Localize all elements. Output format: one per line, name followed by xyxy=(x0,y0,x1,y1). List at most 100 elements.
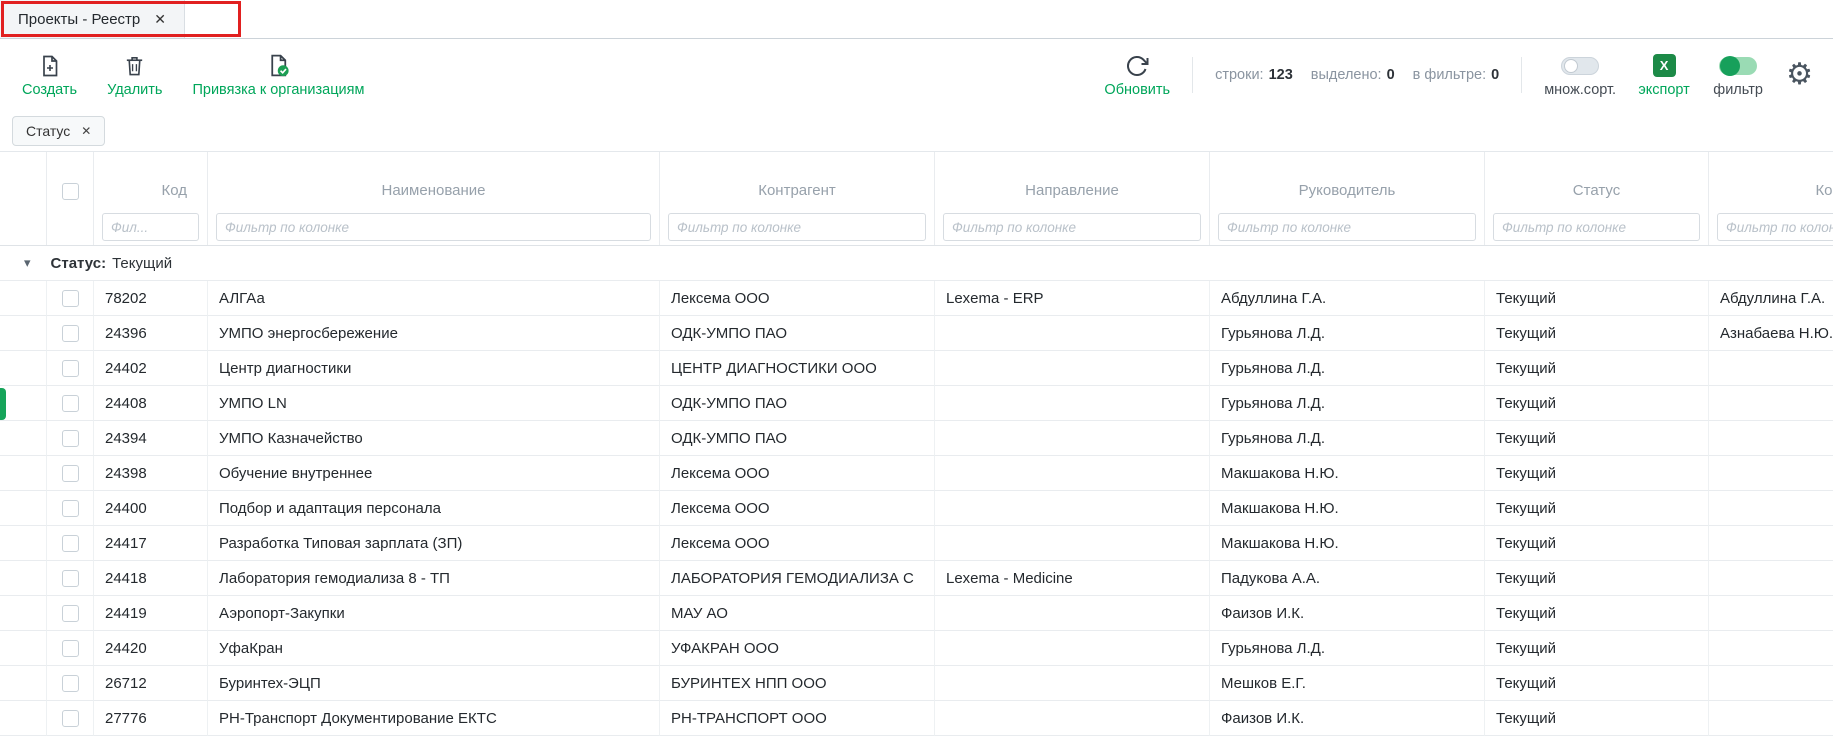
cell-manager: Гурьянова Л.Д. xyxy=(1210,316,1485,351)
tab-close-icon[interactable]: ✕ xyxy=(154,11,166,28)
table-row[interactable]: 27776 РН-Транспорт Документирование ЕКТС… xyxy=(0,701,1833,736)
settings-gear-icon[interactable]: ⚙ xyxy=(1786,60,1813,90)
cell-counterparty: ОДК-УМПО ПАО xyxy=(660,316,935,351)
left-edge-accent xyxy=(0,388,6,420)
row-checkbox[interactable] xyxy=(62,710,79,727)
cell-team: Азнабаева Н.Ю. xyxy=(1709,316,1833,351)
filter-chip-label: Статус xyxy=(26,123,70,139)
row-checkbox[interactable] xyxy=(62,500,79,517)
row-checkbox[interactable] xyxy=(62,360,79,377)
create-button[interactable]: Создать xyxy=(22,52,77,98)
cell-manager: Макшакова Н.Ю. xyxy=(1210,526,1485,561)
row-checkbox[interactable] xyxy=(62,535,79,552)
row-expand-cell xyxy=(0,316,47,351)
table-row[interactable]: 24396 УМПО энергосбережение ОДК-УМПО ПАО… xyxy=(0,316,1833,351)
cell-direction xyxy=(935,386,1210,421)
cell-counterparty: Лексема ООО xyxy=(660,526,935,561)
column-header-direction[interactable]: Направление xyxy=(935,152,1210,208)
cell-name: УМПО Казначейство xyxy=(208,421,660,456)
cell-name: Обучение внутреннее xyxy=(208,456,660,491)
grid-filter-row xyxy=(0,208,1833,246)
filter-toggle[interactable] xyxy=(1719,57,1757,75)
row-checkbox[interactable] xyxy=(62,290,79,307)
column-header-team[interactable]: Команда xyxy=(1709,152,1833,208)
table-row[interactable]: 24398 Обучение внутреннее Лексема ООО Ма… xyxy=(0,456,1833,491)
link-organizations-button[interactable]: Привязка к организациям xyxy=(192,52,364,98)
refresh-button[interactable]: Обновить xyxy=(1104,52,1170,98)
select-all-checkbox[interactable] xyxy=(62,183,79,200)
column-header-code[interactable]: Код xyxy=(94,152,208,208)
row-checkbox-cell xyxy=(47,386,94,421)
multisort-toggle[interactable] xyxy=(1561,57,1599,75)
cell-direction xyxy=(935,596,1210,631)
row-checkbox[interactable] xyxy=(62,325,79,342)
column-filter-name[interactable] xyxy=(216,213,651,241)
cell-code: 78202 xyxy=(94,281,208,316)
column-header-status[interactable]: Статус xyxy=(1485,152,1709,208)
column-filter-manager[interactable] xyxy=(1218,213,1476,241)
table-row[interactable]: 24418 Лаборатория гемодиализа 8 - ТП ЛАБ… xyxy=(0,561,1833,596)
cell-counterparty: Лексема ООО xyxy=(660,281,935,316)
column-filter-status[interactable] xyxy=(1493,213,1700,241)
row-checkbox-cell xyxy=(47,596,94,631)
table-row[interactable]: 24417 Разработка Типовая зарплата (ЗП) Л… xyxy=(0,526,1833,561)
column-filter-counterparty[interactable] xyxy=(668,213,926,241)
table-row[interactable]: 24419 Аэропорт-Закупки МАУ АО Фаизов И.К… xyxy=(0,596,1833,631)
cell-manager: Макшакова Н.Ю. xyxy=(1210,491,1485,526)
column-filter-team[interactable] xyxy=(1717,213,1833,241)
column-filter-code[interactable] xyxy=(102,213,199,241)
chip-close-icon[interactable]: ✕ xyxy=(81,124,91,138)
toggle-knob xyxy=(1720,56,1740,76)
new-document-icon xyxy=(38,52,62,79)
table-row[interactable]: 24394 УМПО Казначейство ОДК-УМПО ПАО Гур… xyxy=(0,421,1833,456)
column-header-counterparty[interactable]: Контрагент xyxy=(660,152,935,208)
table-row[interactable]: 24402 Центр диагностики ЦЕНТР ДИАГНОСТИК… xyxy=(0,351,1833,386)
row-checkbox[interactable] xyxy=(62,675,79,692)
column-header-manager[interactable]: Руководитель xyxy=(1210,152,1485,208)
cell-direction: Lexema - Medicine xyxy=(935,561,1210,596)
collapse-caret-icon[interactable]: ▾ xyxy=(24,255,31,271)
cell-code: 24400 xyxy=(94,491,208,526)
table-row[interactable]: 24400 Подбор и адаптация персонала Лексе… xyxy=(0,491,1833,526)
cell-name: Аэропорт-Закупки xyxy=(208,596,660,631)
table-row[interactable]: 26712 Буринтех-ЭЦП БУРИНТЕХ НПП ООО Мешк… xyxy=(0,666,1833,701)
cell-counterparty: БУРИНТЕХ НПП ООО xyxy=(660,666,935,701)
filter-chip-status[interactable]: Статус ✕ xyxy=(12,116,105,146)
cell-manager: Мешков Е.Г. xyxy=(1210,666,1485,701)
export-button[interactable]: X экспорт xyxy=(1638,52,1690,98)
row-checkbox[interactable] xyxy=(62,395,79,412)
cell-name: Буринтех-ЭЦП xyxy=(208,666,660,701)
row-expand-cell xyxy=(0,386,47,421)
tab-title: Проекты - Реестр xyxy=(18,11,140,28)
cell-status: Текущий xyxy=(1485,421,1709,456)
grid-body: 78202 АЛГАа Лексема ООО Lexema - ERP Абд… xyxy=(0,281,1833,736)
cell-name: УМПО LN xyxy=(208,386,660,421)
cell-direction xyxy=(935,456,1210,491)
excel-export-icon: X xyxy=(1653,54,1676,77)
column-filter-direction[interactable] xyxy=(943,213,1201,241)
column-header-name[interactable]: Наименование xyxy=(208,152,660,208)
grid-stats: строки: 123 выделено: 0 в фильтре: 0 xyxy=(1215,67,1499,83)
cell-team xyxy=(1709,491,1833,526)
row-checkbox[interactable] xyxy=(62,605,79,622)
stat-rows-label: строки: xyxy=(1215,67,1264,83)
cell-team xyxy=(1709,421,1833,456)
delete-button[interactable]: Удалить xyxy=(107,52,162,98)
row-checkbox-cell xyxy=(47,456,94,491)
row-checkbox[interactable] xyxy=(62,570,79,587)
table-row[interactable]: 24408 УМПО LN ОДК-УМПО ПАО Гурьянова Л.Д… xyxy=(0,386,1833,421)
row-checkbox[interactable] xyxy=(62,465,79,482)
row-checkbox[interactable] xyxy=(62,430,79,447)
group-row-status-current[interactable]: ▾ Статус: Текущий xyxy=(0,246,1833,281)
cell-name: Лаборатория гемодиализа 8 - ТП xyxy=(208,561,660,596)
row-checkbox[interactable] xyxy=(62,640,79,657)
cell-direction xyxy=(935,666,1210,701)
row-expand-cell xyxy=(0,351,47,386)
tab-bar: Проекты - Реестр ✕ xyxy=(0,0,1833,39)
cell-manager: Абдуллина Г.А. xyxy=(1210,281,1485,316)
row-expand-cell xyxy=(0,281,47,316)
table-row[interactable]: 24420 УфаКран УФАКРАН ООО Гурьянова Л.Д.… xyxy=(0,631,1833,666)
table-row[interactable]: 78202 АЛГАа Лексема ООО Lexema - ERP Абд… xyxy=(0,281,1833,316)
toolbar: Создать Удалить Привязка к организациям xyxy=(0,39,1833,111)
tab-projects-registry[interactable]: Проекты - Реестр ✕ xyxy=(0,0,185,38)
